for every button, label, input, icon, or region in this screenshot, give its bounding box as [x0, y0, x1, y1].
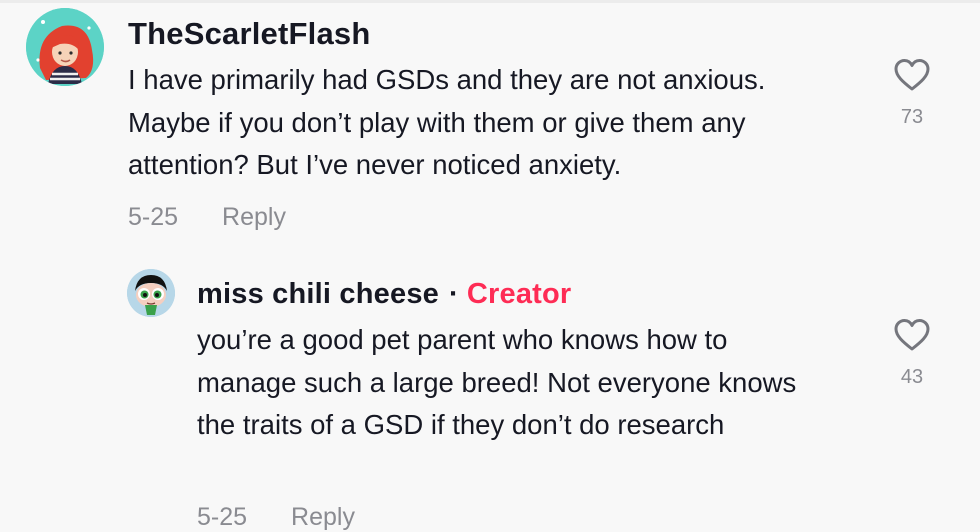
powerpuff-cartoon-avatar-icon: [127, 269, 175, 317]
reply-username-row: miss chili cheese · Creator: [197, 278, 571, 311]
avatar[interactable]: [127, 269, 175, 317]
comment-meta: 5-25 Reply: [128, 203, 286, 232]
comment-item: TheScarletFlash I have primarily had GSD…: [0, 0, 980, 250]
reply-button[interactable]: Reply: [222, 203, 286, 231]
red-haired-cartoon-avatar-icon: [26, 8, 104, 86]
comment-text: I have primarily had GSDs and they are n…: [128, 64, 766, 180]
separator-dot: ·: [449, 278, 459, 310]
like-count: 73: [900, 106, 924, 128]
comment-username[interactable]: TheScarletFlash: [128, 16, 370, 52]
avatar[interactable]: [26, 8, 104, 86]
reply-meta: 5-25 Reply: [197, 503, 355, 532]
reply-date: 5-25: [197, 503, 248, 531]
like-button[interactable]: 43: [880, 318, 944, 389]
heart-icon[interactable]: [893, 58, 931, 92]
reply-button[interactable]: Reply: [291, 503, 355, 531]
heart-icon[interactable]: [893, 318, 931, 352]
reply-text: you’re a good pet parent who knows how t…: [197, 324, 797, 440]
like-count: 43: [900, 366, 924, 388]
comment-date: 5-25: [128, 203, 179, 231]
reply-item: miss chili cheese · Creator you’re a good …: [0, 255, 980, 531]
reply-username[interactable]: miss chili cheese: [197, 278, 439, 310]
creator-badge: Creator: [466, 278, 572, 310]
like-button[interactable]: 73: [880, 58, 944, 129]
